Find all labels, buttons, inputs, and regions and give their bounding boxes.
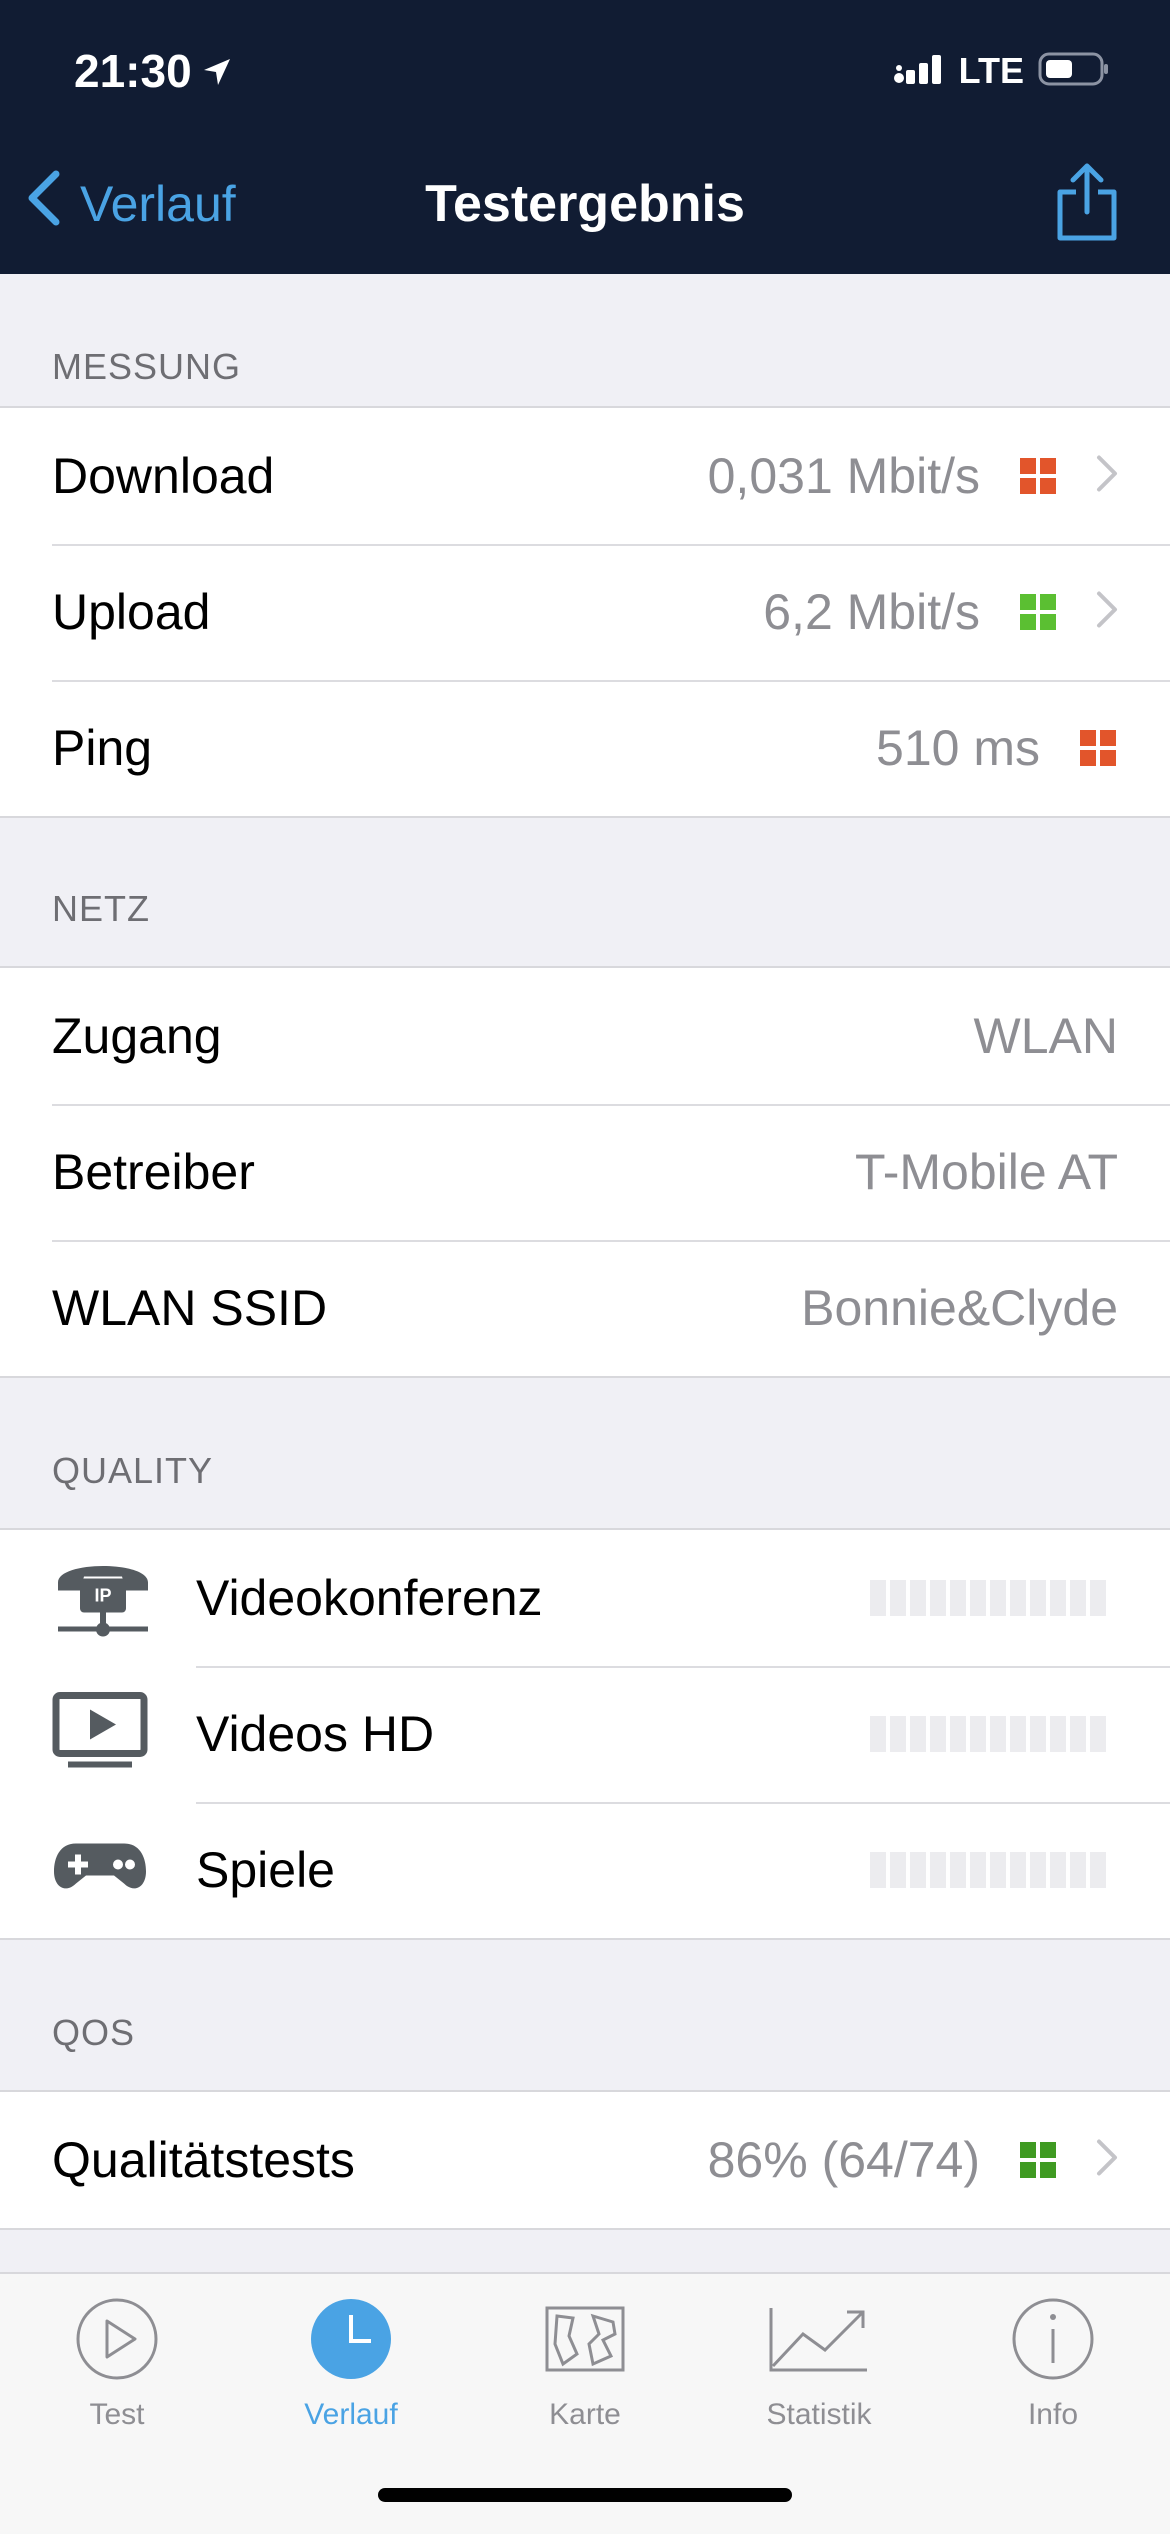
- row-label: Spiele: [196, 1842, 335, 1898]
- battery-icon: [1038, 51, 1110, 92]
- status-bar-right: LTE: [893, 50, 1110, 92]
- section-header-measurement: MESSUNG: [0, 274, 1170, 408]
- home-indicator: [378, 2488, 792, 2502]
- rating-red-icon: [1080, 730, 1116, 766]
- section-title: NETZ: [52, 888, 150, 929]
- tv-play-icon: [52, 1692, 148, 1777]
- chart-icon: [702, 2296, 936, 2382]
- tab-label: Test: [89, 2398, 145, 2431]
- row-download[interactable]: Download 0,031 Mbit/s: [0, 408, 1170, 544]
- clock-icon: [234, 2296, 468, 2382]
- info-icon: [936, 2296, 1170, 2382]
- tab-test[interactable]: Test: [0, 2296, 234, 2432]
- tab-label: Verlauf: [304, 2398, 398, 2431]
- row-label: Ping: [52, 720, 153, 776]
- rating-green-icon: [1020, 594, 1056, 630]
- ip-phone-icon: IP: [52, 1553, 154, 1644]
- row-label: Upload: [52, 584, 211, 640]
- row-label: WLAN SSID: [52, 1280, 328, 1336]
- section-header-quality: QUALITY: [0, 1378, 1170, 1512]
- row-value: 510 ms: [876, 720, 1040, 776]
- row-value: WLAN: [973, 1008, 1118, 1064]
- svg-text:IP: IP: [94, 1586, 111, 1606]
- row-value: 6,2 Mbit/s: [763, 584, 980, 640]
- quality-group: IP Videokonferenz Videos HD Spiele: [0, 1528, 1170, 1940]
- quality-bars: [870, 1716, 1106, 1752]
- section-title: QUALITY: [52, 1450, 214, 1491]
- chevron-right-icon: [1096, 591, 1118, 634]
- chevron-right-icon: [1096, 455, 1118, 498]
- tab-map[interactable]: Karte: [468, 2296, 702, 2432]
- network-type: LTE: [958, 50, 1024, 91]
- section-title: MESSUNG: [52, 346, 242, 387]
- map-icon: [468, 2296, 702, 2382]
- location-arrow-icon: [202, 44, 232, 98]
- row-value: 86% (64/74): [707, 2132, 980, 2188]
- rating-red-icon: [1020, 458, 1056, 494]
- row-videos-hd: Videos HD: [0, 1666, 1170, 1802]
- row-ping: Ping 510 ms: [0, 680, 1170, 816]
- row-label: Qualitätstests: [52, 2132, 355, 2188]
- chevron-right-icon: [1096, 2139, 1118, 2182]
- row-access: Zugang WLAN: [0, 968, 1170, 1104]
- qos-group: Qualitätstests 86% (64/74): [0, 2090, 1170, 2230]
- share-button[interactable]: [1054, 162, 1120, 247]
- row-label: Videos HD: [196, 1706, 435, 1762]
- section-header-network: NETZ: [0, 816, 1170, 950]
- share-icon: [1054, 163, 1120, 246]
- network-group: Zugang WLAN Betreiber T-Mobile AT WLAN S…: [0, 966, 1170, 1378]
- row-label: Zugang: [52, 1008, 222, 1064]
- section-title: QOS: [52, 2012, 136, 2053]
- play-circle-icon: [0, 2296, 234, 2382]
- tab-history[interactable]: Verlauf: [234, 2296, 468, 2432]
- row-quality-tests[interactable]: Qualitätstests 86% (64/74): [0, 2092, 1170, 2228]
- signal-icon: [893, 52, 945, 91]
- row-videoconference: IP Videokonferenz: [0, 1530, 1170, 1666]
- tab-statistics[interactable]: Statistik: [702, 2296, 936, 2432]
- row-games: Spiele: [0, 1802, 1170, 1938]
- status-time-text: 21:30: [74, 45, 192, 97]
- row-value: T-Mobile AT: [854, 1144, 1118, 1200]
- tab-label: Info: [1027, 2398, 1079, 2431]
- row-wlan-ssid: WLAN SSID Bonnie&Clyde: [0, 1240, 1170, 1376]
- quality-bars: [870, 1852, 1106, 1888]
- row-upload[interactable]: Upload 6,2 Mbit/s: [0, 544, 1170, 680]
- status-bar-time: 21:30: [74, 44, 232, 98]
- section-header-qos: QOS: [0, 1940, 1170, 2074]
- measurement-group: Download 0,031 Mbit/s Upload 6,2 Mbit/s …: [0, 406, 1170, 818]
- row-operator: Betreiber T-Mobile AT: [0, 1104, 1170, 1240]
- navigation-header: 21:30 LTE Verlauf Testergebnis: [0, 0, 1170, 274]
- rating-green-icon: [1020, 2142, 1056, 2178]
- row-value: Bonnie&Clyde: [801, 1280, 1118, 1336]
- tab-label: Statistik: [766, 2398, 872, 2431]
- quality-bars: [870, 1580, 1106, 1616]
- row-label: Download: [52, 448, 275, 504]
- page-title: Testergebnis: [425, 175, 745, 233]
- row-label: Videokonferenz: [196, 1570, 543, 1626]
- gamepad-icon: [52, 1838, 148, 1903]
- tab-label: Karte: [549, 2398, 621, 2431]
- row-value: 0,031 Mbit/s: [707, 448, 980, 504]
- tab-info[interactable]: Info: [936, 2296, 1170, 2432]
- row-label: Betreiber: [52, 1144, 255, 1200]
